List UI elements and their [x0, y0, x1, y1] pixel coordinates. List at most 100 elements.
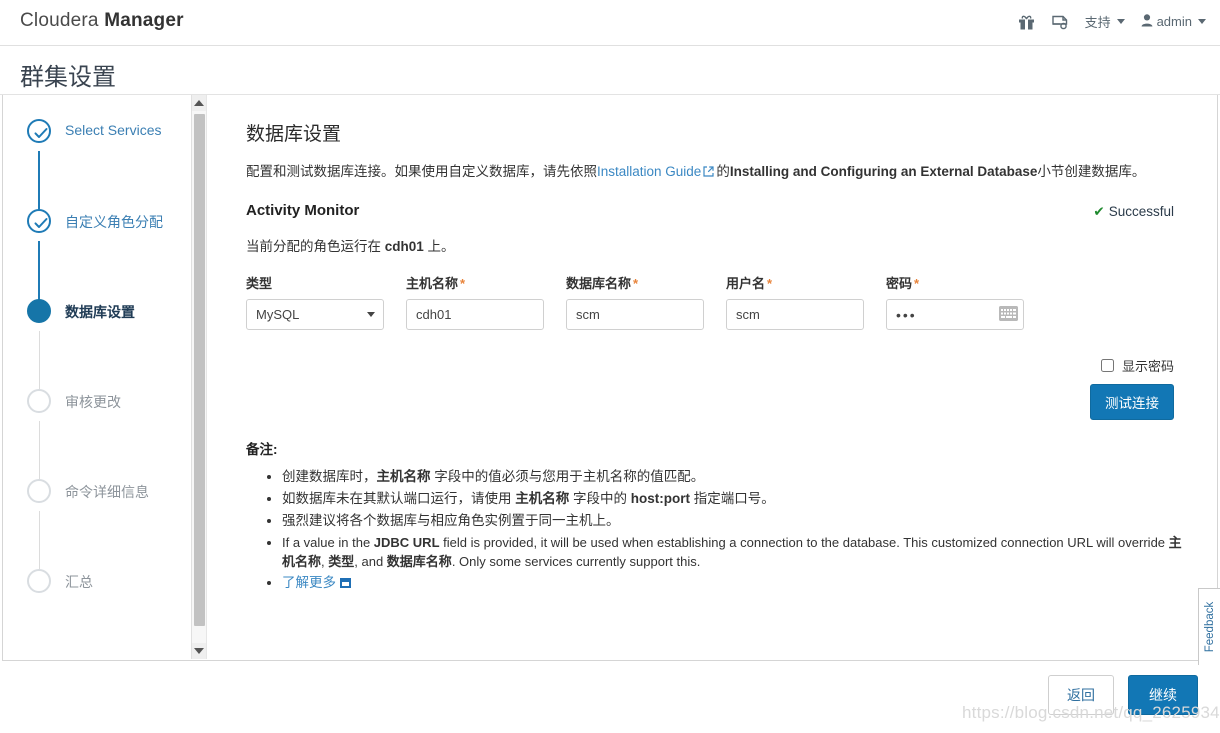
- wizard-step-rail: Select Services 自定义角色分配 数据库设置 审核更改 命令详细信…: [3, 95, 207, 659]
- brand-bold-text: Manager: [104, 10, 184, 31]
- back-button[interactable]: 返回: [1048, 675, 1114, 715]
- step-pending-icon: [27, 569, 51, 593]
- brand-light-text: Cloudera: [20, 10, 105, 31]
- step-pending-icon: [27, 479, 51, 503]
- top-bar-actions: 支持 admin: [1018, 12, 1206, 31]
- support-menu[interactable]: 支持: [1085, 12, 1125, 31]
- list-item-learn-more: 了解更多: [282, 573, 1192, 593]
- sidebar-item-select-services[interactable]: Select Services: [3, 111, 206, 151]
- intro-text-1: 配置和测试数据库连接。如果使用自定义数据库，请先依照: [246, 164, 597, 179]
- sidebar-scrollbar[interactable]: [191, 95, 206, 659]
- note-emphasis: JDBC URL: [373, 535, 440, 550]
- intro-paragraph: 配置和测试数据库连接。如果使用自定义数据库，请先依照Installation G…: [246, 162, 1192, 183]
- database-name-input[interactable]: [566, 299, 704, 330]
- note-text: . Only some services currently support t…: [451, 554, 701, 569]
- step-check-icon: [27, 119, 51, 143]
- required-mark: *: [914, 276, 920, 291]
- field-password-label-text: 密码: [886, 276, 913, 291]
- run-line-host: cdh01: [384, 239, 424, 254]
- parcel-icon[interactable]: [1051, 14, 1069, 30]
- step-check-icon: [27, 209, 51, 233]
- sidebar-item-command-details[interactable]: 命令详细信息: [3, 471, 206, 511]
- run-line-prefix: 当前分配的角色运行在: [246, 239, 385, 254]
- type-select-wrapper: MySQL: [246, 299, 384, 330]
- wizard-panel: Select Services 自定义角色分配 数据库设置 审核更改 命令详细信…: [2, 95, 1218, 661]
- required-mark: *: [460, 276, 466, 291]
- field-password: 密码 * •••: [886, 273, 1024, 330]
- show-password-checkbox[interactable]: [1100, 359, 1114, 372]
- show-password-label[interactable]: 显示密码: [1122, 356, 1174, 375]
- hostname-input[interactable]: [406, 299, 544, 330]
- new-window-icon: [340, 578, 351, 588]
- list-item: 创建数据库时，主机名称 字段中的值必须与您用于主机名称的值匹配。: [282, 467, 1192, 487]
- note-text: field is provided, it will be used when …: [439, 535, 1169, 550]
- intro-text-3: 小节创建数据库。: [1037, 164, 1146, 179]
- top-navigation-bar: Cloudera Manager 支持 admin: [0, 0, 1220, 46]
- username-input[interactable]: [726, 299, 864, 330]
- chevron-down-icon: [1198, 19, 1206, 24]
- sidebar-item-database-setup[interactable]: 数据库设置: [3, 291, 206, 331]
- field-type: 类型 MySQL: [246, 273, 384, 330]
- field-hostname-label-text: 主机名称: [406, 276, 459, 291]
- note-emphasis: 类型: [328, 554, 355, 569]
- status-label: Successful: [1108, 204, 1174, 219]
- sidebar-item-review-changes[interactable]: 审核更改: [3, 381, 206, 421]
- run-line-suffix: 上。: [423, 239, 455, 254]
- scroll-down-arrow[interactable]: [192, 643, 206, 659]
- sidebar-item-label: 自定义角色分配: [65, 214, 163, 230]
- field-hostname: 主机名称 *: [406, 273, 544, 330]
- user-menu[interactable]: admin: [1141, 13, 1206, 30]
- database-type-select[interactable]: MySQL: [246, 299, 384, 330]
- note-emphasis: 主机名称: [515, 491, 570, 506]
- note-text: 字段中的值必须与您用于主机名称的值匹配。: [430, 469, 705, 484]
- feedback-tab[interactable]: Feedback: [1198, 588, 1220, 666]
- sidebar-item-summary[interactable]: 汇总: [3, 561, 206, 601]
- field-username-label-text: 用户名: [726, 276, 766, 291]
- note-text: 如数据库未在其默认端口运行，请使用: [282, 491, 516, 506]
- step-pending-icon: [27, 389, 51, 413]
- field-password-label: 密码 *: [886, 273, 1024, 292]
- sidebar-item-custom-role-assignment[interactable]: 自定义角色分配: [3, 201, 206, 241]
- scrollbar-thumb[interactable]: [194, 114, 205, 626]
- required-mark: *: [767, 276, 773, 291]
- field-database-name: 数据库名称 *: [566, 273, 704, 330]
- note-text: If a value in the: [282, 535, 374, 550]
- feedback-label: Feedback: [1203, 601, 1216, 653]
- note-text: 指定端口号。: [690, 491, 775, 506]
- learn-more-link[interactable]: 了解更多: [282, 575, 336, 590]
- password-wrapper: •••: [886, 299, 1024, 330]
- continue-button[interactable]: 继续: [1128, 675, 1198, 715]
- intro-text-2: 的: [716, 164, 730, 179]
- note-text: 强烈建议将各个数据库与相应角色实例置于同一主机上。: [282, 513, 620, 528]
- show-password-row: 显示密码: [246, 356, 1192, 375]
- field-type-label-text: 类型: [246, 276, 273, 291]
- user-menu-label: admin: [1156, 14, 1192, 29]
- scroll-up-arrow[interactable]: [192, 95, 206, 111]
- note-text: , and: [354, 554, 387, 569]
- installation-guide-link[interactable]: Installation Guide: [597, 164, 701, 179]
- note-emphasis: host:port: [630, 491, 691, 506]
- notes-list: 创建数据库时，主机名称 字段中的值必须与您用于主机名称的值匹配。 如数据库未在其…: [246, 467, 1192, 593]
- list-item: 强烈建议将各个数据库与相应角色实例置于同一主机上。: [282, 511, 1192, 531]
- field-type-label: 类型: [246, 273, 384, 292]
- footer-buttons: 返回 继续: [1048, 675, 1198, 715]
- note-text: 字段中的: [569, 491, 631, 506]
- triangle-down-icon: [194, 648, 204, 654]
- user-icon: [1141, 13, 1153, 30]
- section-title: 数据库设置: [246, 124, 342, 145]
- sidebar-item-label: 审核更改: [65, 394, 121, 410]
- field-database-name-label: 数据库名称 *: [566, 273, 704, 292]
- support-menu-label: 支持: [1084, 15, 1111, 30]
- field-username-label: 用户名 *: [726, 273, 864, 292]
- test-connection-button[interactable]: 测试连接: [1090, 384, 1174, 420]
- keyboard-icon[interactable]: [999, 306, 1018, 321]
- list-item: 如数据库未在其默认端口运行，请使用 主机名称 字段中的 host:port 指定…: [282, 489, 1192, 509]
- note-text: 创建数据库时，: [282, 469, 377, 484]
- sidebar-item-label: Select Services: [65, 122, 162, 138]
- brand-logo[interactable]: Cloudera Manager: [20, 10, 184, 32]
- field-hostname-label: 主机名称 *: [406, 273, 544, 292]
- page-title: 群集设置: [20, 64, 116, 91]
- notes-section: 备注: 创建数据库时，主机名称 字段中的值必须与您用于主机名称的值匹配。 如数据…: [246, 438, 1192, 593]
- gift-icon[interactable]: [1018, 14, 1035, 30]
- wizard-content: 数据库设置 配置和测试数据库连接。如果使用自定义数据库，请先依照Installa…: [208, 95, 1218, 659]
